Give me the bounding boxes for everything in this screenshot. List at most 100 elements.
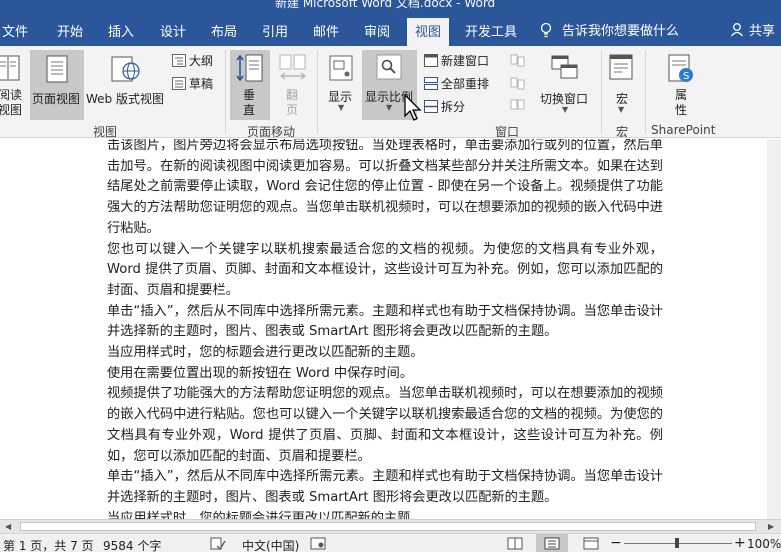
arrange-all-label: 全部重排 bbox=[441, 77, 490, 91]
read-mode-button[interactable]: 阅读 视图 bbox=[0, 50, 27, 120]
paragraph: 当应用样式时，您的标题会进行更改以匹配新的主题。 bbox=[107, 345, 424, 361]
group-label-macros: 宏 bbox=[616, 125, 629, 139]
properties-label: 属 性 bbox=[675, 88, 688, 117]
separator bbox=[225, 50, 226, 134]
outline-button[interactable]: 大纲 bbox=[172, 52, 213, 69]
properties-button[interactable]: S 属 性 bbox=[660, 50, 700, 120]
person-icon bbox=[730, 23, 744, 37]
vertical-scroll-icon bbox=[236, 54, 263, 82]
tab-review[interactable]: 审阅 bbox=[364, 21, 390, 40]
magnifier-icon bbox=[376, 54, 402, 80]
mouse-cursor-icon bbox=[404, 94, 422, 121]
print-layout-button[interactable]: 页面视图 bbox=[30, 50, 84, 120]
horizontal-scrollbar[interactable]: ◀ ▶ bbox=[0, 519, 781, 533]
outline-icon bbox=[172, 54, 186, 67]
macros-button[interactable]: 宏 ▼ bbox=[606, 50, 640, 120]
split-label: 拆分 bbox=[441, 100, 466, 114]
view-side-by-side-button[interactable] bbox=[508, 54, 528, 114]
read-mode-label: 阅读 视图 bbox=[0, 88, 23, 117]
split-button[interactable]: 拆分 bbox=[424, 98, 465, 115]
arrange-all-icon bbox=[424, 77, 438, 90]
ribbon-view: 阅读 视图 页面视图 Web 版式视图 大纲 草稿 视图 垂 直 翻 页 页面移… bbox=[0, 46, 781, 139]
vertical-button[interactable]: 垂 直 bbox=[230, 50, 270, 120]
zoom-dropdown-icon: ▼ bbox=[386, 103, 393, 112]
paragraph: 单击“插入”，然后从不同库中选择所需元素。主题和样式也有助于文档保持协调。当您单… bbox=[107, 303, 663, 340]
vertical-label: 垂 直 bbox=[243, 88, 256, 117]
title-bar: 新建 Microsoft Word 文档.docx - Word bbox=[0, 0, 781, 14]
macros-icon bbox=[609, 54, 633, 80]
tab-layout[interactable]: 布局 bbox=[211, 21, 237, 40]
document-area[interactable]: 击该图片，图片旁边将会显示布局选项按钮。当处理表格时，单击要添加行或列的位置，然… bbox=[0, 139, 781, 519]
side-to-side-label: 翻 页 bbox=[286, 88, 299, 117]
paragraph: 视频提供了功能强大的方法帮助您证明您的观点。当您单击联机视频时，可以在想要添加的… bbox=[107, 386, 663, 464]
web-layout-view-icon[interactable] bbox=[583, 537, 599, 550]
tab-home[interactable]: 开始 bbox=[57, 21, 83, 40]
switch-windows-button[interactable]: 切换窗口 ▼ bbox=[536, 50, 594, 120]
show-button[interactable]: 显示 ▼ bbox=[322, 50, 360, 120]
outline-label: 大纲 bbox=[189, 54, 214, 68]
new-window-button[interactable]: 新建窗口 bbox=[424, 52, 489, 69]
tab-design[interactable]: 设计 bbox=[160, 21, 186, 40]
show-icon bbox=[329, 55, 353, 81]
side-to-side-icon bbox=[279, 54, 307, 80]
language-indicator[interactable]: 中文(中国) bbox=[242, 537, 299, 552]
new-window-label: 新建窗口 bbox=[441, 54, 490, 68]
group-label-page-movement: 页面移动 bbox=[247, 125, 296, 139]
page-count[interactable]: 第 1 页，共 7 页 bbox=[3, 537, 94, 552]
separator bbox=[317, 50, 318, 134]
read-mode-icon bbox=[0, 55, 20, 81]
switch-windows-dropdown-icon: ▼ bbox=[562, 105, 569, 114]
group-label-window: 窗口 bbox=[495, 125, 520, 139]
zoom-out-button[interactable]: − bbox=[610, 535, 622, 551]
lightbulb-icon bbox=[540, 22, 552, 38]
read-mode-view-icon[interactable] bbox=[507, 537, 523, 550]
tab-mailings[interactable]: 邮件 bbox=[313, 21, 339, 40]
macro-record-icon[interactable] bbox=[310, 537, 326, 550]
paragraph: 当应用样式时，您的标题会进行更改以匹配新的主题。 bbox=[107, 510, 424, 519]
zoom-in-button[interactable]: + bbox=[734, 535, 746, 551]
zoom-percent[interactable]: 100% bbox=[747, 537, 781, 551]
draft-icon bbox=[172, 77, 186, 90]
print-layout-view-icon bbox=[544, 537, 560, 550]
paragraph: 击该图片，图片旁边将会显示布局选项按钮。当处理表格时，单击要添加行或列的位置，然… bbox=[107, 139, 663, 236]
share-button[interactable]: 共享 bbox=[730, 20, 775, 39]
paragraph: 您也可以键入一个关键字以联机搜索最适合您的文档的视频。为使您的文档具有专业外观，… bbox=[107, 241, 663, 298]
new-window-icon bbox=[424, 54, 438, 67]
vertical-scrollbar[interactable] bbox=[767, 139, 781, 519]
group-label-views: 视图 bbox=[93, 125, 118, 139]
svg-text:S: S bbox=[683, 71, 689, 82]
tab-file[interactable]: 文件 bbox=[2, 21, 28, 40]
word-count[interactable]: 9584 个字 bbox=[103, 537, 161, 552]
ribbon-tab-bar: 文件 开始 插入 设计 布局 引用 邮件 审阅 视图 开发工具 告诉我你想要做什… bbox=[0, 14, 781, 46]
scroll-left-icon[interactable]: ◀ bbox=[5, 522, 11, 531]
separator bbox=[601, 50, 602, 134]
paragraph: 使用在需要位置出现的新按钮在 Word 中保存时间。 bbox=[107, 365, 414, 381]
print-layout-label: 页面视图 bbox=[32, 92, 81, 106]
tab-insert[interactable]: 插入 bbox=[108, 21, 134, 40]
tell-me-placeholder: 告诉我你想要做什么 bbox=[562, 24, 680, 39]
proofing-icon[interactable] bbox=[210, 537, 226, 550]
draft-button[interactable]: 草稿 bbox=[172, 75, 213, 92]
macros-dropdown-icon: ▼ bbox=[618, 105, 625, 114]
side-by-side-icons bbox=[510, 54, 525, 110]
tell-me-box[interactable]: 告诉我你想要做什么 bbox=[538, 20, 679, 39]
split-icon bbox=[424, 100, 438, 113]
document-text: 击该图片，图片旁边将会显示布局选项按钮。当处理表格时，单击要添加行或列的位置，然… bbox=[107, 139, 663, 519]
scroll-right-icon[interactable]: ▶ bbox=[768, 522, 774, 531]
sharepoint-properties-icon: S bbox=[668, 54, 693, 82]
separator bbox=[645, 50, 646, 134]
print-layout-icon bbox=[46, 55, 68, 83]
web-layout-button[interactable]: Web 版式视图 bbox=[86, 50, 166, 120]
paragraph: 单击“插入”，然后从不同库中选择所需元素。主题和样式也有助于文档保持协调。当您单… bbox=[107, 469, 663, 505]
arrange-all-button[interactable]: 全部重排 bbox=[424, 75, 489, 92]
tab-developer[interactable]: 开发工具 bbox=[465, 21, 517, 40]
side-to-side-button[interactable]: 翻 页 bbox=[274, 50, 312, 120]
status-bar: 第 1 页，共 7 页 9584 个字 中文(中国) − + 100% bbox=[0, 533, 781, 552]
share-label: 共享 bbox=[749, 24, 776, 39]
horizontal-scroll-thumb[interactable] bbox=[20, 522, 756, 531]
zoom-slider-thumb[interactable] bbox=[675, 538, 679, 548]
show-dropdown-icon: ▼ bbox=[338, 103, 345, 112]
tab-references[interactable]: 引用 bbox=[262, 21, 288, 40]
tab-view[interactable]: 视图 bbox=[407, 18, 450, 46]
web-layout-label: Web 版式视图 bbox=[86, 92, 164, 106]
